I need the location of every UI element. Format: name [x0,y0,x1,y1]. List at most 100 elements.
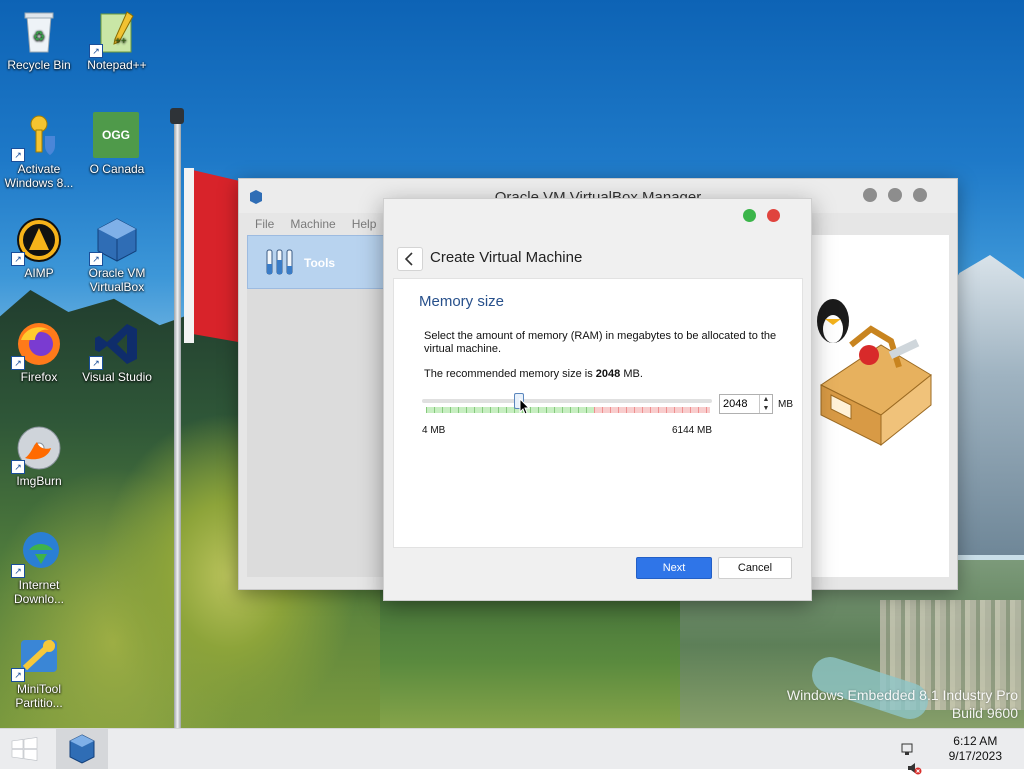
dialog-title: Create Virtual Machine [430,249,583,266]
firefox-icon: ↗ [11,320,63,370]
tools-icon [266,249,293,275]
shortcut-arrow-icon: ↗ [89,252,103,266]
virtualbox-icon: ↗ [89,216,141,266]
memory-unit-label: MB [778,399,793,410]
ogg-file-icon: OGG [93,112,141,160]
slider-safe-range [426,407,594,413]
back-button[interactable] [397,247,423,271]
windows-logo-icon [11,737,38,761]
memory-size-panel: Memory size Select the amount of memory … [393,278,803,548]
desktop-icon-visual-studio[interactable]: ↗ Visual Studio [78,320,156,384]
shortcut-arrow-icon: ↗ [11,148,25,162]
key-shield-icon: ↗ [11,112,63,162]
desktop-icon-label: AIMP [24,266,54,280]
taskbar-virtualbox-button[interactable] [56,729,108,769]
volume-muted-icon[interactable] [906,760,922,776]
shortcut-arrow-icon: ↗ [11,460,25,474]
desktop-icon-virtualbox[interactable]: ↗ Oracle VM VirtualBox [78,216,156,294]
shortcut-arrow-icon: ↗ [89,44,103,58]
spin-buttons: ▲ ▼ [759,395,772,413]
clock-time: 6:12 AM [953,734,998,748]
memory-description: Select the amount of memory (RAM) in meg… [424,330,777,355]
slider-unsafe-range [594,407,710,413]
flagpole [174,108,181,728]
shortcut-arrow-icon: ↗ [11,564,25,578]
taskbar: 6:12 AM 9/17/2023 [0,728,1024,775]
canada-flag-white-band [184,168,194,343]
notepad-plus-plus-icon: ++ ↗ [89,8,141,58]
desktop-icon-internet-download-manager[interactable]: ↗ Internet Downlo... [0,528,78,606]
memory-slider[interactable] [422,391,712,417]
section-title: Memory size [419,293,505,310]
menubar: File Machine Help [247,213,387,235]
menu-file[interactable]: File [255,217,274,231]
memory-spinbox[interactable]: ▲ ▼ [719,394,773,414]
maximize-button[interactable] [888,188,902,202]
desktop-icon-label: Recycle Bin [7,58,71,72]
desktop-icon-label: Activate Windows 8... [4,162,74,190]
taskbar-clock[interactable]: 6:12 AM 9/17/2023 [949,734,1002,764]
svg-text:++: ++ [115,36,127,47]
minitool-partition-icon: ↗ [11,632,63,682]
mouse-cursor-icon [519,398,531,415]
desktop-icon-firefox[interactable]: ↗ Firefox [0,320,78,384]
desktop-icon-label: Internet Downlo... [13,578,65,606]
desktop-icon-label: MiniTool Partitio... [15,682,63,710]
slider-min-label: 4 MB [422,425,446,436]
desktop-icon-label: Oracle VM VirtualBox [88,266,146,294]
desktop-icon-minitool-partition[interactable]: ↗ MiniTool Partitio... [0,632,78,710]
welcome-pane [811,235,949,577]
menu-help[interactable]: Help [352,217,377,231]
spin-down-icon[interactable]: ▼ [760,404,772,413]
ogg-badge: OGG [93,112,139,158]
welcome-illustration-icon [817,299,932,447]
clock-date: 9/17/2023 [948,749,1002,763]
desktop-icon-label: O Canada [89,162,145,176]
imgburn-icon: ↗ [11,424,63,474]
create-vm-dialog: Create Virtual Machine Memory size Selec… [383,198,812,601]
desktop-icon-aimp[interactable]: ↗ AIMP [0,216,78,280]
flagpole-top [170,108,184,124]
shortcut-arrow-icon: ↗ [11,356,25,370]
recycle-bin-icon: ♻ [15,8,63,56]
start-button[interactable] [0,729,50,769]
spin-up-icon[interactable]: ▲ [760,395,772,404]
machine-list-sidebar: Tools [247,235,387,577]
internet-download-manager-icon: ↗ [11,528,63,578]
system-tray [900,741,940,775]
cancel-button[interactable]: Cancel [718,557,792,579]
desktop-icon-notepad-plus-plus[interactable]: ++ ↗ Notepad++ [78,8,156,72]
next-button[interactable]: Next [636,557,712,579]
slider-max-label: 6144 MB [672,425,713,436]
shortcut-arrow-icon: ↗ [11,668,25,682]
dialog-close-button[interactable] [767,209,780,222]
slider-track [422,399,712,403]
recommended-memory-value: 2048 [595,368,621,380]
shortcut-arrow-icon: ↗ [89,356,103,370]
shortcut-arrow-icon: ↗ [11,252,25,266]
visual-studio-icon: ↗ [89,320,141,370]
desktop-icon-label: Visual Studio [82,370,152,384]
watermark-edition: Windows Embedded 8.1 Industry Pro [786,687,1018,703]
recommended-memory-text: The recommended memory size is 2048 MB. [424,368,643,380]
watermark-build: Build 9600 [951,705,1018,721]
windows-watermark: Windows Embedded 8.1 Industry Pro Build … [787,686,1018,722]
network-icon[interactable] [900,741,916,757]
desktop-icon-activate-windows[interactable]: ↗ Activate Windows 8... [0,112,78,190]
desktop-icon-label: Notepad++ [87,58,147,72]
desktop-icon-imgburn[interactable]: ↗ ImgBurn [0,424,78,488]
close-button[interactable] [913,188,927,202]
virtualbox-icon [69,734,95,764]
dialog-minimize-button[interactable] [743,209,756,222]
menu-machine[interactable]: Machine [290,217,335,231]
svg-text:♻: ♻ [33,28,46,44]
sidebar-item-label: Tools [304,256,336,270]
desktop-icon-label: ImgBurn [16,474,62,488]
desktop-icon-recycle-bin[interactable]: ♻ Recycle Bin [0,8,78,72]
aimp-icon: ↗ [11,216,63,266]
memory-value-input[interactable] [723,398,755,410]
sidebar-item-tools[interactable]: Tools [247,235,387,289]
desktop-icon-label: Firefox [20,370,58,384]
minimize-button[interactable] [863,188,877,202]
desktop-icon-o-canada[interactable]: OGG O Canada [78,112,156,176]
